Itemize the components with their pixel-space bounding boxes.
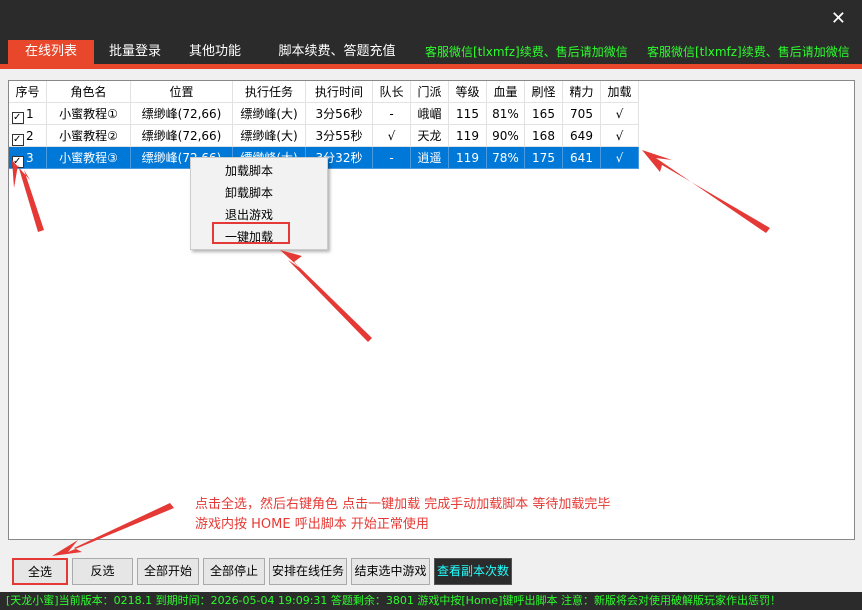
arrow-to-checkbox — [12, 160, 44, 232]
arrow-to-row — [642, 150, 770, 233]
annotation-arrows — [12, 150, 770, 556]
arrow-to-menu — [280, 250, 372, 342]
arrow-to-select-all — [52, 503, 174, 556]
